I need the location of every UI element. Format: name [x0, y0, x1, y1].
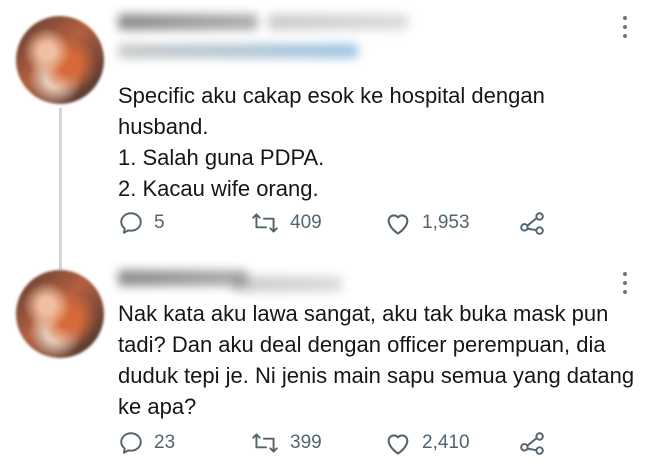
author-handle-redacted	[232, 276, 342, 292]
like-count: 2,410	[422, 432, 470, 453]
retweet-count: 399	[290, 432, 322, 453]
retweet-button[interactable]: 409	[250, 210, 322, 236]
share-button[interactable]	[518, 210, 546, 236]
reply-icon	[118, 210, 144, 236]
retweet-icon	[250, 430, 280, 456]
like-count: 1,953	[422, 212, 470, 233]
tweet-text-line: Nak kata aku lawa sangat, aku tak buka m…	[118, 301, 609, 326]
tweet-text-line: duduk tepi je. Ni jenis main sapu semua …	[118, 363, 635, 388]
tweet-text: Nak kata aku lawa sangat, aku tak buka m…	[118, 298, 635, 422]
tweet-text-line: 1. Salah guna PDPA.	[118, 145, 325, 170]
replying-to-redacted	[118, 44, 358, 58]
tweet-text-line: husband.	[118, 114, 209, 139]
thread-line	[59, 108, 62, 270]
more-icon[interactable]	[622, 272, 628, 294]
author-handle-redacted	[268, 14, 408, 30]
more-icon[interactable]	[622, 16, 628, 38]
tweet-text-line: tadi? Dan aku deal dengan officer peremp…	[118, 332, 606, 357]
retweet-count: 409	[290, 212, 322, 233]
author-name-redacted	[118, 14, 258, 30]
reply-button[interactable]: 5	[118, 210, 165, 236]
share-icon	[518, 210, 546, 236]
tweet-text-line: 2. Kacau wife orang.	[118, 176, 319, 201]
like-button[interactable]: 2,410	[384, 430, 470, 456]
tweet-text-line: ke apa?	[118, 394, 197, 419]
share-icon	[518, 430, 546, 456]
tweet-text: Specific aku cakap esok ke hospital deng…	[118, 80, 618, 204]
reply-count: 5	[154, 212, 165, 233]
tweet[interactable]: Nak kata aku lawa sangat, aku tak buka m…	[0, 262, 650, 471]
like-icon	[384, 430, 412, 456]
avatar[interactable]	[16, 16, 104, 104]
like-button[interactable]: 1,953	[384, 210, 470, 236]
reply-icon	[118, 430, 144, 456]
tweet[interactable]: Specific aku cakap esok ke hospital deng…	[0, 0, 650, 270]
like-icon	[384, 210, 412, 236]
retweet-icon	[250, 210, 280, 236]
tweet-actions: 23 399 2,410	[118, 430, 588, 456]
reply-button[interactable]: 23	[118, 430, 175, 456]
author-name-redacted	[118, 270, 248, 286]
reply-count: 23	[154, 432, 176, 453]
retweet-button[interactable]: 399	[250, 430, 322, 456]
share-button[interactable]	[518, 430, 546, 456]
tweet-actions: 5 409 1,953	[118, 210, 588, 236]
tweet-text-line: Specific aku cakap esok ke hospital deng…	[118, 83, 545, 108]
avatar[interactable]	[16, 270, 104, 358]
